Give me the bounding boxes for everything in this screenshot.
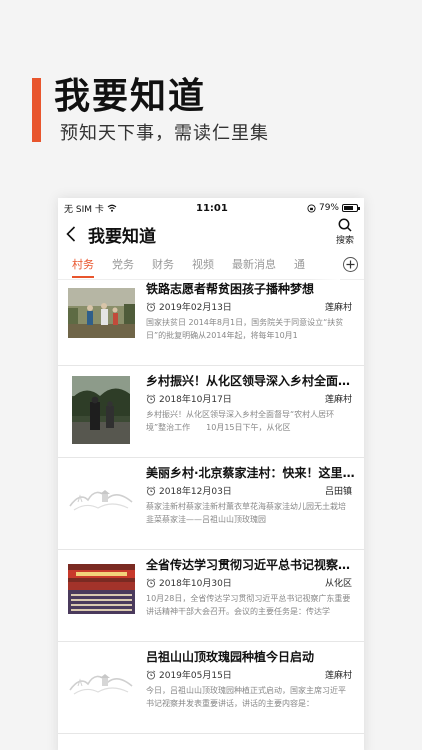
alarm-clock-icon <box>146 577 156 588</box>
news-thumbnail <box>72 376 130 444</box>
news-thumbnail <box>68 472 135 522</box>
battery-percent: 79% <box>318 203 339 213</box>
news-date: 2018年10月17日 <box>159 395 232 405</box>
nav-bar: 我要知道 搜索 <box>58 218 364 250</box>
news-summary: 国家扶贫日 2014年8月1日，国务院关于同意设立“扶贫日”的批复明确从2014… <box>146 318 344 340</box>
news-meta: 2018年10月17日 莲麻村 <box>146 392 352 405</box>
add-tab-button[interactable] <box>343 257 358 272</box>
promo-accent-bar <box>32 78 41 142</box>
orientation-lock-icon <box>307 203 316 213</box>
news-title: 全省传达学习贯彻习近平总书记视察广东重要讲话 <box>146 558 356 572</box>
news-thumbnail <box>68 288 135 338</box>
news-source: 莲麻村 <box>324 671 352 681</box>
news-title: 乡村振兴！从化区领导深入乡村全面督导 <box>146 374 356 388</box>
promo-title: 我要知道 <box>54 75 207 117</box>
news-title: 美丽乡村·北京蔡家洼村：快来！这里的薰衣草 <box>146 466 356 480</box>
news-title: 吕祖山山顶玫瑰园种植今日启动 <box>146 650 315 664</box>
news-item[interactable]: 铁路志愿者帮贫困孩子播种梦想 2019年02月13日 莲麻村 国家扶贫日 201… <box>58 274 364 366</box>
news-summary: 10月28日，全省传达学习贯彻习近平总书记视察广东重要讲话精神干部大会召开。会议… <box>146 594 351 616</box>
alarm-clock-icon <box>146 485 156 496</box>
news-thumbnail <box>68 564 135 614</box>
news-summary: 今日，吕祖山山顶玫瑰园种植正式启动，国家主席习近平书记视察并发表重要讲话，讲话的… <box>146 686 346 708</box>
news-source: 莲麻村 <box>324 395 352 405</box>
status-time: 11:01 <box>196 202 228 214</box>
ink-landscape-image <box>68 472 135 522</box>
battery-icon <box>342 204 360 212</box>
news-source: 从化区 <box>324 579 352 589</box>
status-bar: 无 SIM 卡 11:01 79% <box>58 198 364 218</box>
search-label: 搜索 <box>335 236 354 246</box>
news-source: 吕田镇 <box>324 487 352 497</box>
back-button[interactable] <box>66 225 80 243</box>
news-date: 2018年10月30日 <box>159 579 232 589</box>
news-feed: 铁路志愿者帮贫困孩子播种梦想 2019年02月13日 莲麻村 国家扶贫日 201… <box>58 274 364 734</box>
news-item[interactable]: 全省传达学习贯彻习近平总书记视察广东重要讲话 2018年10月30日 从化区 1… <box>58 550 364 642</box>
news-source: 莲麻村 <box>324 303 352 313</box>
news-summary: 蔡家洼新村蔡家洼新村薰衣草花海蔡家洼幼儿园无土栽培韭菜蔡家洼——吕祖山山顶玫瑰园 <box>146 502 346 524</box>
alarm-clock-icon <box>146 393 156 404</box>
news-meta: 2019年02月13日 莲麻村 <box>146 300 352 313</box>
news-title: 铁路志愿者帮贫困孩子播种梦想 <box>146 282 315 296</box>
news-item[interactable]: 吕祖山山顶玫瑰园种植今日启动 2019年05月15日 莲麻村 今日，吕祖山山顶玫… <box>58 642 364 734</box>
search-icon <box>338 218 352 232</box>
news-thumbnail <box>68 656 135 706</box>
news-date: 2019年02月13日 <box>159 303 232 313</box>
chevron-left-icon <box>66 226 76 242</box>
search-button[interactable]: 搜索 <box>336 218 354 246</box>
news-meta: 2019年05月15日 莲麻村 <box>146 668 352 681</box>
news-summary: 乡村振兴！从化区领导深入乡村全面督导“农村人居环境”整治工作 10月15日下午，… <box>146 410 335 432</box>
page-title: 我要知道 <box>88 226 156 247</box>
news-date: 2018年12月03日 <box>159 487 232 497</box>
meeting-hall-photo-image <box>68 564 135 614</box>
village-photo-image <box>72 376 130 444</box>
news-meta: 2018年12月03日 吕田镇 <box>146 484 352 497</box>
news-date: 2019年05月15日 <box>159 671 232 681</box>
carrier-label: 无 SIM 卡 <box>64 204 104 215</box>
alarm-clock-icon <box>146 301 156 312</box>
plus-icon <box>346 260 355 269</box>
phone-screen: 无 SIM 卡 11:01 79% 我要知道 搜索 村务 党务 财务 视频 最新… <box>58 198 364 750</box>
volunteer-photo-image <box>68 288 135 338</box>
alarm-clock-icon <box>146 669 156 680</box>
ink-landscape-image <box>68 656 135 706</box>
news-item[interactable]: 乡村振兴！从化区领导深入乡村全面督导 2018年10月17日 莲麻村 乡村振兴！… <box>58 366 364 458</box>
battery-level <box>344 206 354 210</box>
wifi-icon <box>107 204 117 212</box>
news-meta: 2018年10月30日 从化区 <box>146 576 352 589</box>
news-item[interactable]: 美丽乡村·北京蔡家洼村：快来！这里的薰衣草 2018年12月03日 吕田镇 蔡家… <box>58 458 364 550</box>
promo-subtitle: 预知天下事，需读仁里集 <box>60 123 269 144</box>
